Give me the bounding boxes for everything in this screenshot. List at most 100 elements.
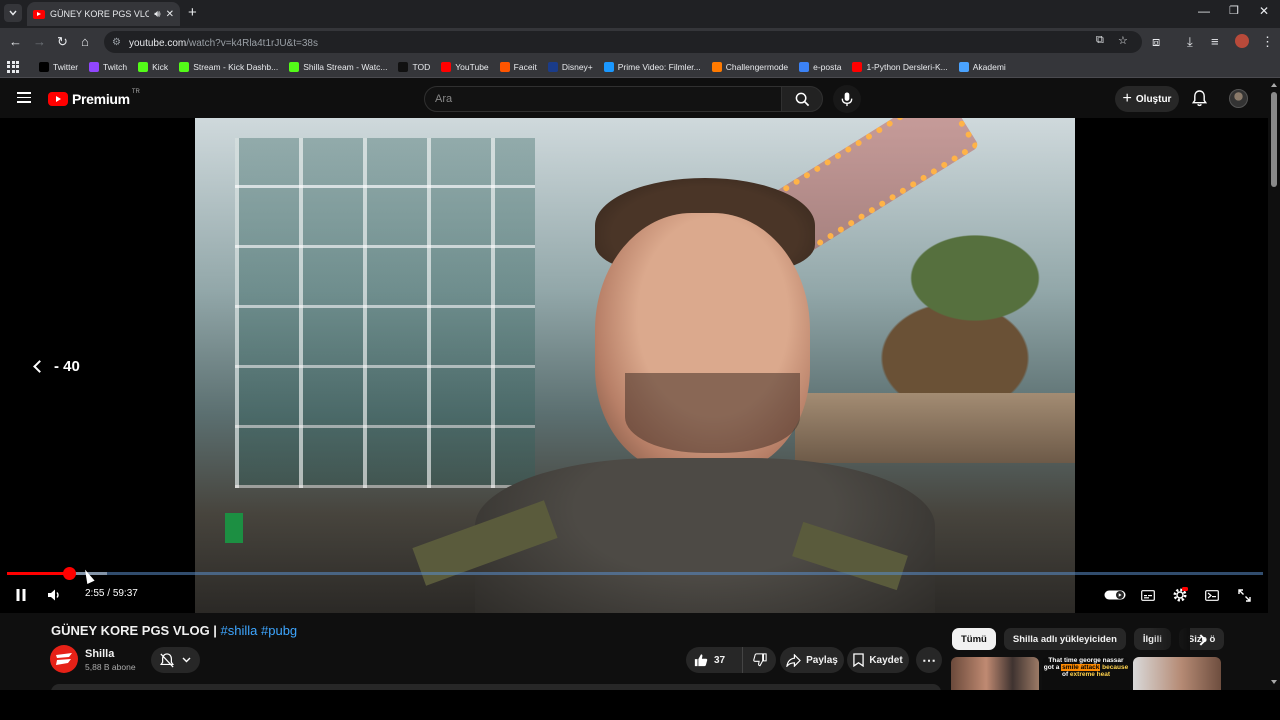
- browser-tab-active[interactable]: GÜNEY KORE PGS VLOG | # 🔊︎ ✕: [27, 2, 180, 26]
- logo-text: Premium: [72, 91, 130, 107]
- download-icon[interactable]: ⤓: [1187, 34, 1193, 50]
- bookmark-label: Faceit: [513, 61, 537, 72]
- tab-close-icon[interactable]: ✕: [166, 9, 174, 20]
- site-info-icon[interactable]: ⚙︎: [112, 37, 121, 48]
- window-close-icon[interactable]: ✕: [1259, 4, 1269, 18]
- bookmark-item[interactable]: Challengermode: [711, 61, 788, 72]
- recommendation-thumbnail[interactable]: [951, 657, 1039, 690]
- forward-arrow-icon[interactable]: →: [33, 34, 46, 50]
- like-button[interactable]: 37: [686, 647, 743, 673]
- restore-icon[interactable]: ❐: [1229, 4, 1239, 17]
- bookmark-label: Disney+: [561, 61, 593, 72]
- bookmark-item[interactable]: Akademi: [958, 61, 1006, 72]
- progress-scrubber[interactable]: [62, 567, 76, 580]
- video-player[interactable]: - 40 2:55 / 59:37: [0, 118, 1268, 613]
- voice-search-button[interactable]: [833, 85, 861, 113]
- youtube-premium-logo[interactable]: Premium TR: [48, 89, 142, 107]
- volume-button[interactable]: [47, 586, 63, 604]
- video-hashtags[interactable]: #shilla #pubg: [221, 623, 298, 638]
- thumbnail-caption-highlight: smile attack: [1061, 664, 1101, 671]
- save-button[interactable]: Kaydet: [847, 647, 909, 673]
- video-background-storefront: [795, 393, 1075, 463]
- subtitles-button[interactable]: [1140, 586, 1156, 604]
- thumbnail-caption-line: of: [1061, 671, 1069, 678]
- settings-button[interactable]: [1171, 586, 1189, 604]
- search-icon: [795, 92, 809, 106]
- address-bar[interactable]: ⚙︎ youtube.com/watch?v=k4Rla4t1rJU&t=38s…: [104, 31, 1142, 53]
- video-background-window: [235, 138, 535, 488]
- install-app-icon[interactable]: ⧉: [1096, 34, 1104, 47]
- scrollbar-thumb[interactable]: [1271, 92, 1277, 187]
- bookmark-star-icon[interactable]: ☆: [1118, 34, 1128, 47]
- like-count: 37: [714, 654, 726, 666]
- thumbs-down-icon: [752, 653, 767, 667]
- bookmark-item[interactable]: e-posta: [799, 61, 841, 72]
- page-scrollbar[interactable]: [1268, 78, 1280, 690]
- fullscreen-button[interactable]: [1236, 586, 1252, 604]
- minimize-icon[interactable]: —: [1198, 4, 1210, 18]
- video-frame[interactable]: [195, 118, 1075, 613]
- bookmark-item[interactable]: Disney+: [547, 61, 593, 72]
- browser-tab-strip: GÜNEY KORE PGS VLOG | # 🔊︎ ✕ + — ❐ ✕: [0, 0, 1280, 28]
- channel-avatar[interactable]: [50, 645, 78, 673]
- create-button[interactable]: + Oluştur: [1115, 86, 1179, 112]
- home-icon[interactable]: ⌂: [81, 34, 89, 50]
- create-label: Oluştur: [1135, 93, 1172, 105]
- subscription-notification-button[interactable]: [151, 647, 200, 673]
- tab-audio-icon[interactable]: 🔊︎: [154, 9, 160, 20]
- save-label: Kaydet: [869, 654, 903, 666]
- recommendation-thumbnail[interactable]: [1133, 657, 1221, 690]
- hamburger-menu-icon[interactable]: [17, 92, 31, 103]
- channel-name[interactable]: Shilla: [85, 648, 114, 660]
- more-actions-button[interactable]: ⋯: [916, 647, 942, 673]
- tab-search-button[interactable]: [4, 4, 22, 22]
- scroll-up-icon[interactable]: [1271, 83, 1277, 87]
- bookmark-item[interactable]: YouTube: [441, 61, 489, 72]
- new-tab-button[interactable]: +: [188, 5, 197, 20]
- youtube-favicon-icon: [33, 9, 45, 19]
- youtube-icon: [852, 61, 863, 72]
- recommendation-thumbnail[interactable]: That time george nassar got a smile atta…: [1042, 657, 1130, 690]
- channel-logo-icon: [56, 653, 72, 665]
- video-subject-beard: [625, 373, 800, 453]
- browser-menu-icon[interactable]: ⋮: [1261, 34, 1274, 50]
- media-control-icon[interactable]: ≡: [1211, 34, 1219, 50]
- mail-icon: [799, 61, 810, 72]
- miniplayer-button[interactable]: [1204, 586, 1220, 604]
- back-arrow-icon[interactable]: ←: [9, 34, 22, 50]
- chevron-down-icon: [9, 10, 17, 16]
- url-host: youtube.com: [128, 38, 187, 49]
- bookmark-item[interactable]: Stream - Kick Dashb...: [179, 61, 278, 72]
- scroll-down-icon[interactable]: [1271, 680, 1277, 684]
- reload-icon[interactable]: ↻: [57, 34, 68, 50]
- bookmark-item[interactable]: Shilla Stream - Watc...: [289, 61, 388, 72]
- pause-button[interactable]: [14, 586, 28, 604]
- notifications-bell-icon[interactable]: [1191, 90, 1208, 112]
- share-button[interactable]: Paylaş: [780, 647, 844, 673]
- bookmark-item[interactable]: TOD: [398, 61, 430, 72]
- x-icon: [39, 61, 49, 72]
- video-background-exit-sign: [225, 513, 243, 543]
- bookmark-label: Shilla Stream - Watc...: [303, 61, 388, 72]
- profile-avatar-icon[interactable]: [1235, 34, 1249, 48]
- bookmark-item[interactable]: 1-Python Dersleri-K...: [852, 61, 948, 72]
- filter-chip[interactable]: Shilla adlı yükleyiciden: [1003, 628, 1126, 650]
- bookmark-item[interactable]: Twitter: [39, 61, 78, 72]
- bookmark-item[interactable]: Faceit: [499, 61, 537, 72]
- search-button[interactable]: [781, 86, 823, 112]
- pause-icon: [16, 589, 26, 601]
- bookmark-item[interactable]: Twitch: [89, 61, 127, 72]
- filter-chip[interactable]: Tümü: [952, 628, 996, 650]
- dislike-button[interactable]: [743, 653, 776, 667]
- account-avatar[interactable]: [1229, 89, 1248, 108]
- bookmark-item[interactable]: Kick: [138, 61, 168, 72]
- youtube-play-logo-icon: [48, 92, 68, 106]
- settings-gear-icon: [1173, 587, 1188, 602]
- extensions-icon[interactable]: ⧈: [1152, 34, 1160, 50]
- search-input[interactable]: Ara: [424, 86, 782, 112]
- bookmark-item[interactable]: Prime Video: Filmler...: [603, 61, 701, 72]
- thumbs-up-icon: [694, 654, 708, 667]
- progress-bar[interactable]: [7, 567, 1263, 580]
- autoplay-toggle[interactable]: [1104, 586, 1126, 604]
- apps-grid-icon[interactable]: [7, 60, 19, 73]
